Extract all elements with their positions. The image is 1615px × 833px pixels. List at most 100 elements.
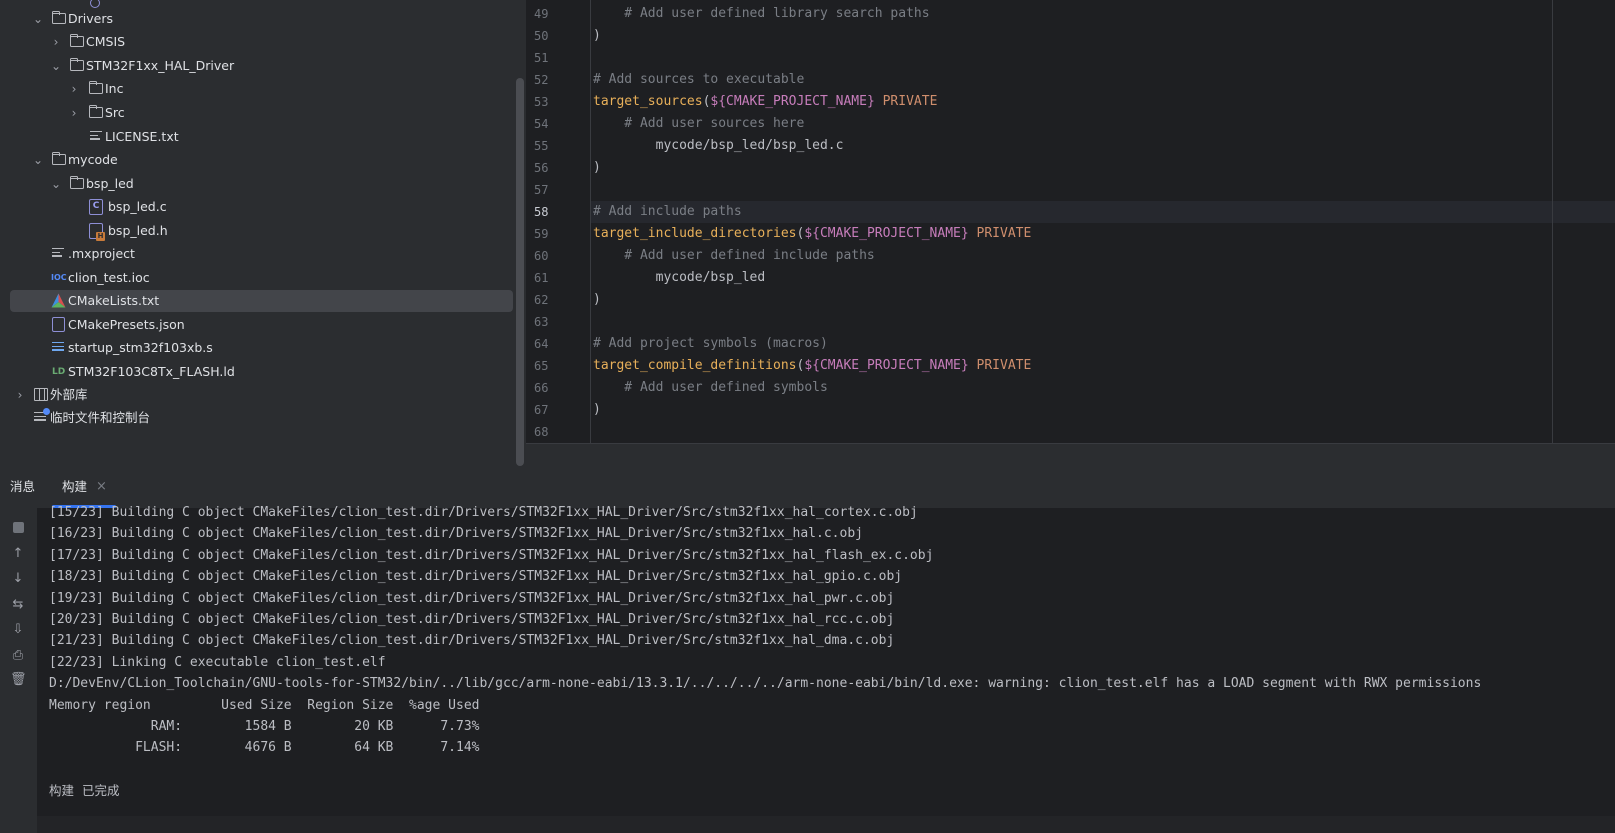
code-line[interactable]: ) (593, 399, 601, 421)
tree-scrollbar[interactable] (516, 78, 524, 466)
code-line[interactable]: ) (593, 25, 601, 47)
code-line[interactable]: # Add user defined include paths (593, 245, 874, 267)
tree-item-cmakelists[interactable]: CMakeLists.txt (10, 290, 513, 312)
folder-icon (88, 104, 103, 118)
code-line[interactable]: mycode/bsp_led/bsp_led.c (593, 135, 844, 157)
line-number: 59 (534, 227, 549, 241)
chevron-down-icon[interactable]: ⌄ (50, 173, 62, 195)
soft-wrap-icon[interactable]: ⇆ (10, 597, 26, 613)
code-line[interactable]: # Add project symbols (macros) (593, 333, 828, 355)
tree-item-bsp-led-c[interactable]: C bsp_led.c (10, 196, 513, 218)
console-footer (37, 816, 1615, 833)
line-number: 65 (534, 359, 549, 373)
stop-icon[interactable] (10, 520, 26, 536)
code-line[interactable]: target_compile_definitions(${CMAKE_PROJE… (593, 355, 1031, 377)
code-line[interactable]: # Add include paths (593, 201, 742, 223)
code-line[interactable]: target_include_directories(${CMAKE_PROJE… (593, 223, 1031, 245)
tree-item-label: 外部库 (50, 387, 88, 402)
chevron-right-icon[interactable]: › (14, 384, 26, 406)
project-tree: ⌄ Drivers › CMSIS ⌄ STM32F1xx_HAL_Driver… (0, 0, 526, 466)
chevron-right-icon[interactable]: › (68, 102, 80, 124)
linker-file-icon: LD (52, 367, 66, 377)
tree-item-startup[interactable]: startup_stm32f103xb.s (10, 337, 513, 359)
line-number-current: 58 (534, 205, 549, 219)
line-number: 60 (534, 249, 549, 263)
ioc-file-icon: IOC (51, 273, 67, 282)
console-line: [18/23] Building C object CMakeFiles/cli… (49, 569, 903, 584)
tree-item-label: bsp_led.c (108, 199, 167, 214)
tree-item-mxproject[interactable]: .mxproject (10, 243, 513, 265)
tree-item-mycode[interactable]: ⌄ mycode (10, 149, 513, 171)
code-line[interactable]: ) (593, 289, 601, 311)
tree-item-ioc[interactable]: IOC clion_test.ioc (10, 267, 513, 289)
arrow-up-icon[interactable]: ↑ (10, 546, 26, 562)
tree-item-src[interactable]: › Src (10, 102, 513, 124)
console-line: [15/23] Building C object CMakeFiles/cli… (49, 505, 918, 520)
text-file-icon (90, 131, 102, 142)
code-keyword: PRIVATE (968, 226, 1032, 241)
code-editor[interactable]: 49 50 51 52 53 54 55 56 57 58 59 60 61 6… (526, 0, 1615, 444)
code-line[interactable]: ) (593, 157, 601, 179)
cmake-icon (51, 293, 66, 308)
library-icon (34, 388, 48, 401)
chevron-down-icon[interactable]: ⌄ (50, 55, 62, 77)
scroll-to-end-icon[interactable]: ⇩ (10, 622, 26, 638)
tree-item-label: bsp_led.h (108, 223, 168, 238)
folder-icon (69, 33, 84, 47)
header-badge: H (96, 232, 105, 241)
tree-item-label: CMakePresets.json (68, 317, 185, 332)
text-file-icon (52, 248, 64, 259)
folder-icon (69, 57, 84, 71)
build-console[interactable]: [15/23] Building C object CMakeFiles/cli… (37, 505, 1615, 833)
right-margin-guide (1552, 0, 1553, 443)
chevron-down-icon[interactable]: ⌄ (32, 8, 44, 30)
code-line[interactable]: # Add user defined symbols (593, 377, 828, 399)
tree-item-license[interactable]: LICENSE.txt (10, 126, 513, 148)
tree-item-external-libraries[interactable]: › 外部库 (10, 384, 513, 406)
tree-item-inc[interactable]: › Inc (10, 78, 513, 100)
tab-messages[interactable]: 消息 (10, 466, 35, 508)
tree-item-label: Src (105, 105, 125, 120)
caret-row-highlight (590, 201, 1615, 223)
tree-item-label: clion_test.ioc (68, 270, 150, 285)
tree-item-label: STM32F103C8Tx_FLASH.ld (68, 364, 235, 379)
tree-item-scratches[interactable]: 临时文件和控制台 (10, 407, 513, 429)
trash-icon[interactable]: 🗑 (10, 672, 27, 688)
chevron-right-icon[interactable]: › (68, 78, 80, 100)
line-number: 53 (534, 95, 549, 109)
tree-item-bsp-led[interactable]: ⌄ bsp_led (10, 173, 513, 195)
code-variable: ${CMAKE_PROJECT_NAME} (804, 358, 969, 373)
assembly-file-icon (52, 342, 64, 353)
code-line[interactable]: mycode/bsp_led (593, 267, 766, 289)
console-line: [22/23] Linking C executable clion_test.… (49, 655, 386, 670)
chevron-down-icon[interactable]: ⌄ (32, 149, 44, 171)
header-file-icon: H (89, 223, 105, 241)
arrow-down-icon[interactable]: ↓ (10, 571, 26, 587)
folder-icon (51, 151, 66, 165)
tree-item-drivers[interactable]: ⌄ Drivers (10, 8, 513, 30)
code-keyword: PRIVATE (968, 358, 1032, 373)
code-line[interactable]: # Add sources to executable (593, 69, 804, 91)
code-line[interactable]: target_sources(${CMAKE_PROJECT_NAME} PRI… (593, 91, 937, 113)
print-icon[interactable]: ⎙ (10, 648, 26, 664)
line-number: 62 (534, 293, 549, 307)
console-toolbar: ↑ ↓ ⇆ ⇩ ⎙ 🗑 (0, 508, 36, 833)
tree-item-linker-script[interactable]: LD STM32F103C8Tx_FLASH.ld (10, 361, 513, 383)
tree-item-label: startup_stm32f103xb.s (68, 340, 213, 355)
tree-item-bsp-led-h[interactable]: H bsp_led.h (10, 220, 513, 242)
tree-item-hal-driver[interactable]: ⌄ STM32F1xx_HAL_Driver (10, 55, 513, 77)
line-number: 64 (534, 337, 549, 351)
console-line: Memory region Used Size Region Size %age… (49, 698, 480, 713)
tree-item-label: CMSIS (86, 34, 126, 49)
line-number: 61 (534, 271, 549, 285)
tree-item-cmsis[interactable]: › CMSIS (10, 31, 513, 53)
tree-item-cmakepresets[interactable]: CMakePresets.json (10, 314, 513, 336)
line-number: 49 (534, 7, 549, 21)
editor-border (526, 443, 1615, 444)
line-number: 57 (534, 183, 549, 197)
code-line[interactable]: # Add user sources here (593, 113, 804, 135)
code-function: target_include_directories (593, 226, 797, 241)
chevron-right-icon[interactable]: › (50, 31, 62, 53)
tree-item-label: 临时文件和控制台 (50, 410, 151, 425)
code-line[interactable]: # Add user defined library search paths (593, 3, 929, 25)
